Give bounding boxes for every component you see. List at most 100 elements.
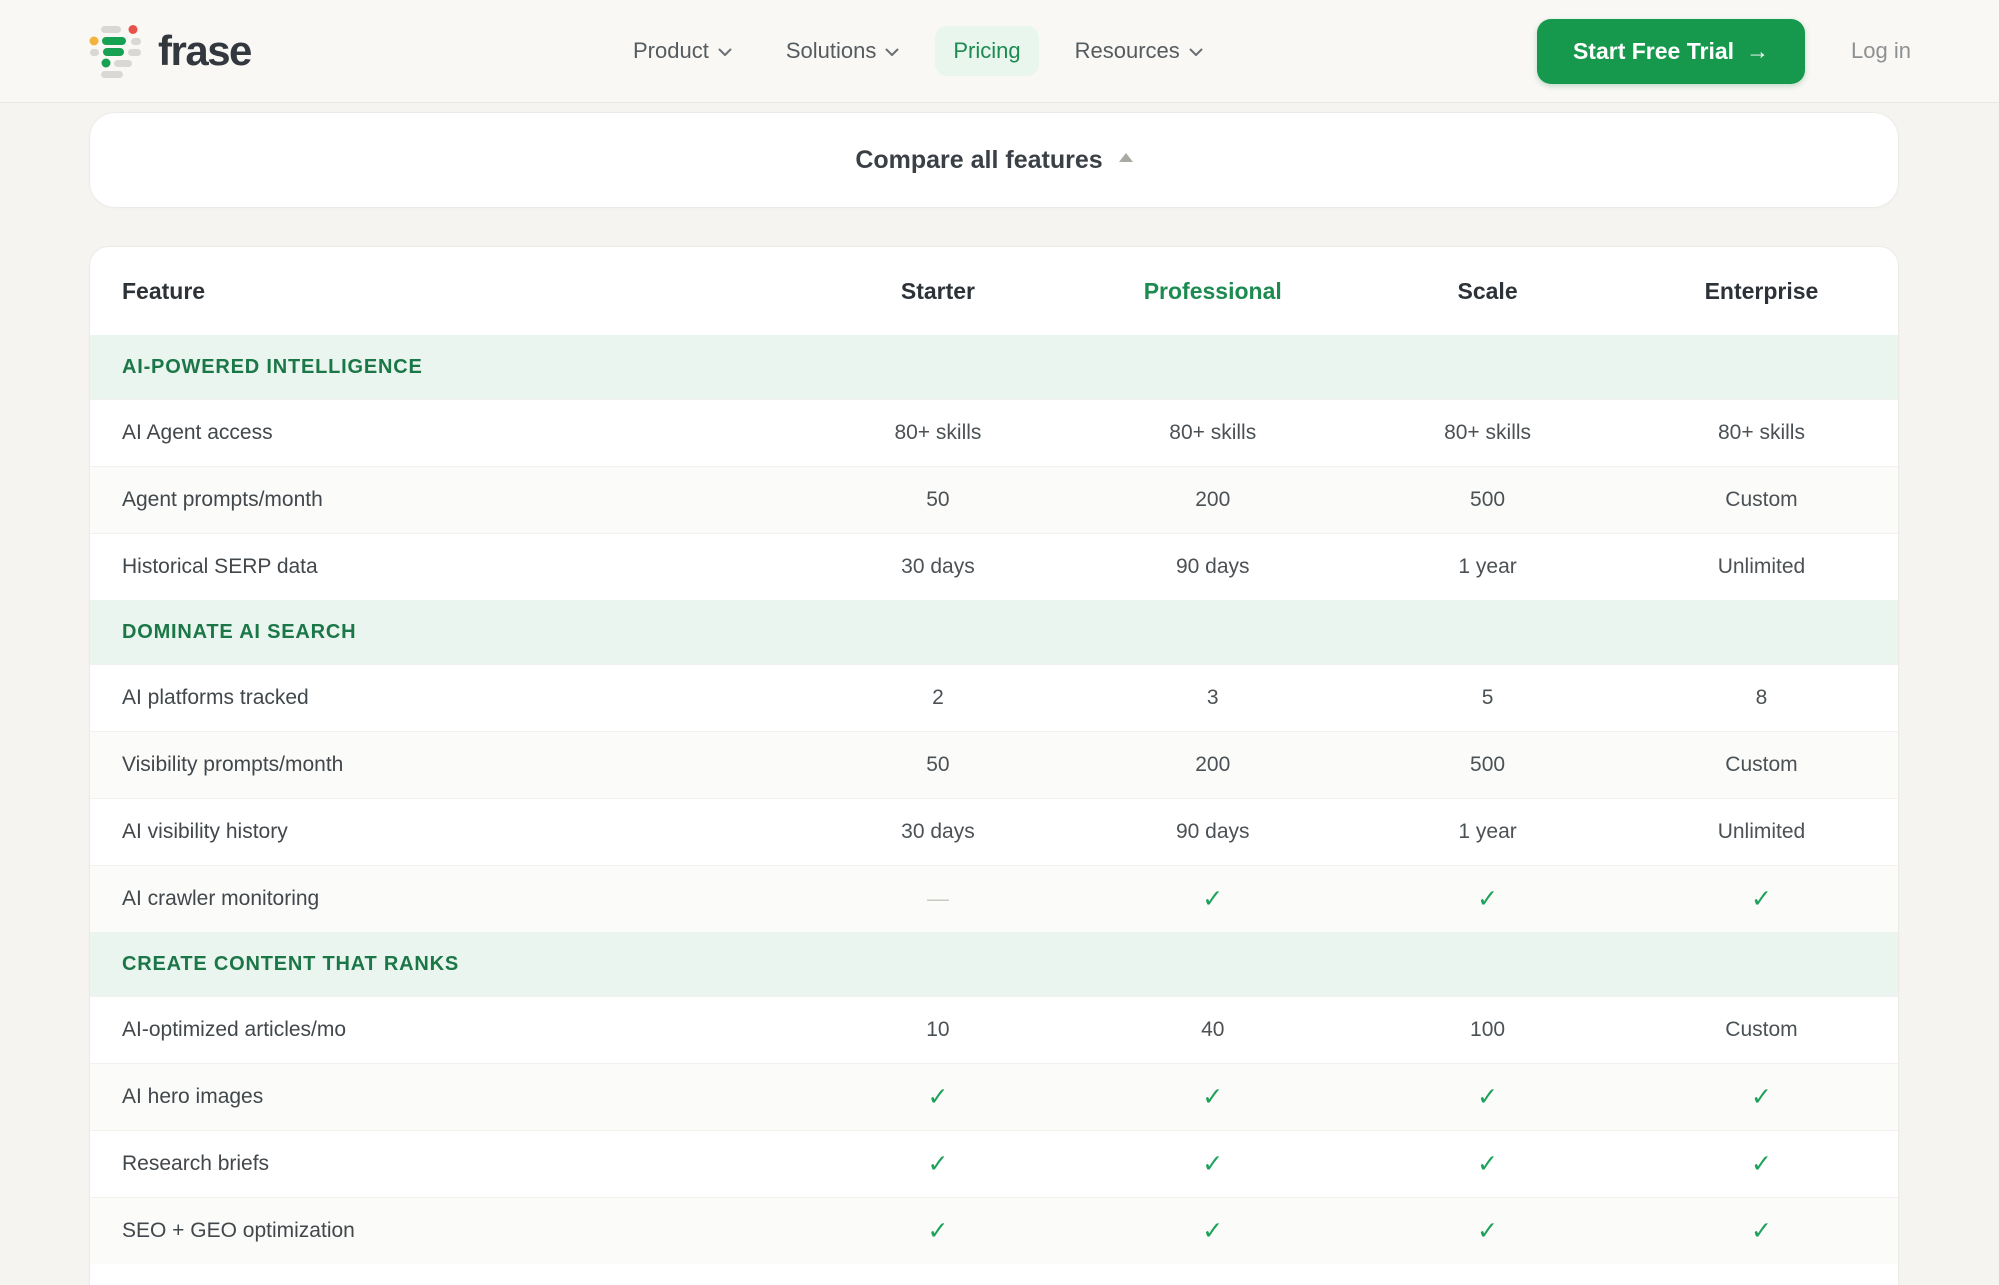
logo-text: frase bbox=[158, 27, 252, 74]
plan-value: 10 bbox=[926, 1018, 950, 1041]
check-icon: ✓ bbox=[1477, 1150, 1499, 1178]
plan-value: 2 bbox=[932, 686, 944, 709]
feature-label: SEO + GEO optimization bbox=[122, 1219, 355, 1242]
check-icon: ✓ bbox=[927, 1083, 949, 1111]
dash-icon: — bbox=[926, 886, 949, 911]
feature-label: Visibility prompts/month bbox=[122, 753, 344, 776]
check-icon: ✓ bbox=[1202, 1217, 1224, 1245]
check-icon: ✓ bbox=[1477, 1083, 1499, 1111]
feature-label: Research briefs bbox=[122, 1152, 270, 1175]
start-free-trial-button[interactable]: Start Free Trial → bbox=[1536, 18, 1806, 84]
plan-value: Custom bbox=[1725, 753, 1798, 776]
plan-value: 90 days bbox=[1175, 820, 1250, 843]
plan-value: 5 bbox=[1481, 686, 1494, 709]
table-row: AI-optimized articles/mo 10 40 100 Custom bbox=[90, 996, 1898, 1063]
column-header-enterprise: Enterprise bbox=[1704, 277, 1819, 304]
check-icon: ✓ bbox=[1202, 1150, 1224, 1178]
feature-label: AI Agent access bbox=[122, 421, 273, 444]
section-header: DOMINATE AI SEARCH bbox=[90, 600, 1898, 664]
check-icon: ✓ bbox=[1750, 885, 1772, 913]
triangle-up-icon bbox=[1118, 152, 1133, 162]
check-icon: ✓ bbox=[1625, 1216, 1898, 1246]
check-icon: ✓ bbox=[1625, 1149, 1898, 1179]
check-icon: ✓ bbox=[1477, 885, 1499, 913]
chevron-down-icon bbox=[885, 48, 899, 56]
check-icon: ✓ bbox=[1350, 1216, 1625, 1246]
plan-value: Unlimited bbox=[1717, 555, 1806, 578]
plan-value: 8 bbox=[1755, 686, 1768, 709]
plan-value: 40 bbox=[1201, 1018, 1225, 1041]
plan-value: 1 year bbox=[1458, 820, 1517, 843]
table-row: Research briefs ✓ ✓ ✓ ✓ bbox=[90, 1130, 1898, 1197]
plan-value: 50 bbox=[926, 488, 950, 511]
plan-value: 90 days bbox=[1175, 555, 1250, 578]
check-icon: ✓ bbox=[1075, 884, 1350, 914]
plan-value: 200 bbox=[1195, 488, 1231, 511]
check-icon: ✓ bbox=[1350, 1149, 1625, 1179]
nav-item-product[interactable]: Product bbox=[615, 26, 750, 76]
column-header-feature: Feature bbox=[122, 277, 206, 304]
check-icon: ✓ bbox=[801, 1082, 1076, 1112]
table-row: AI visibility history 30 days 90 days 1 yea… bbox=[90, 798, 1898, 865]
plan-value: 50 bbox=[926, 753, 950, 776]
plan-value: 500 bbox=[1470, 753, 1506, 776]
logo[interactable]: frase bbox=[88, 23, 252, 79]
table-row: Historical SERP data 30 days 90 days 1 year… bbox=[90, 533, 1898, 600]
check-icon: ✓ bbox=[1625, 884, 1898, 914]
frase-logo-icon bbox=[89, 25, 141, 78]
plan-value: 80+ skills bbox=[1717, 421, 1805, 444]
section-header: CREATE CONTENT THAT RANKS bbox=[90, 932, 1898, 996]
login-link[interactable]: Log in bbox=[1851, 38, 1911, 64]
nav-item-solutions[interactable]: Solutions bbox=[768, 26, 918, 76]
plan-value: 3 bbox=[1206, 686, 1219, 709]
table-row: SEO + GEO optimization ✓ ✓ ✓ ✓ bbox=[90, 1197, 1898, 1264]
plan-value: 30 days bbox=[901, 555, 975, 578]
column-header-professional: Professional bbox=[1143, 277, 1282, 304]
check-icon: ✓ bbox=[1075, 1082, 1350, 1112]
plan-value: Unlimited bbox=[1717, 820, 1806, 843]
section-title: CREATE CONTENT THAT RANKS bbox=[122, 952, 460, 975]
plan-value: 500 bbox=[1470, 488, 1506, 511]
cta-label: Start Free Trial bbox=[1572, 37, 1735, 64]
dash-icon: — bbox=[801, 886, 1076, 912]
table-row: Visibility prompts/month 50 200 500 Custom bbox=[90, 731, 1898, 798]
plan-value: 100 bbox=[1470, 1018, 1506, 1041]
table-row: Agent prompts/month 50 200 500 Custom bbox=[90, 466, 1898, 533]
compare-all-features-toggle[interactable]: Compare all features bbox=[89, 112, 1899, 208]
feature-label: AI crawler monitoring bbox=[122, 887, 320, 910]
table-row: AI platforms tracked 2 3 5 8 bbox=[90, 664, 1898, 731]
page: frase Product Solutions Pricing Resources S… bbox=[0, 0, 1999, 1285]
feature-label: AI platforms tracked bbox=[122, 686, 309, 709]
feature-label: AI hero images bbox=[122, 1085, 264, 1108]
table-row: AI hero images ✓ ✓ ✓ ✓ bbox=[90, 1063, 1898, 1130]
column-header-scale: Scale bbox=[1457, 277, 1518, 304]
plan-value: 1 year bbox=[1458, 555, 1517, 578]
feature-comparison-table: Feature Starter Professional Scale Enterpris… bbox=[89, 246, 1899, 1285]
check-icon: ✓ bbox=[1202, 885, 1224, 913]
section-header: AI-POWERED INTELLIGENCE bbox=[90, 335, 1898, 399]
nav-item-label: Resources bbox=[1074, 38, 1180, 63]
check-icon: ✓ bbox=[1075, 1149, 1350, 1179]
feature-label: Agent prompts/month bbox=[122, 488, 323, 511]
plan-value: 30 days bbox=[901, 820, 975, 843]
feature-label: AI visibility history bbox=[122, 820, 288, 843]
check-icon: ✓ bbox=[1075, 1216, 1350, 1246]
table-header-row: Feature Starter Professional Scale Enterpris… bbox=[90, 247, 1898, 335]
main-nav: Product Solutions Pricing Resources bbox=[615, 26, 1221, 76]
table-row: AI crawler monitoring — ✓ ✓ ✓ bbox=[90, 865, 1898, 932]
table-row: AI Agent access 80+ skills 80+ skills 80+ s… bbox=[90, 399, 1898, 466]
nav-right: Start Free Trial → Log in bbox=[1536, 18, 1911, 84]
section-title: AI-POWERED INTELLIGENCE bbox=[122, 355, 423, 378]
plan-value: Custom bbox=[1725, 1018, 1798, 1041]
check-icon: ✓ bbox=[1350, 884, 1625, 914]
nav-item-label: Pricing bbox=[953, 38, 1021, 63]
nav-item-resources[interactable]: Resources bbox=[1057, 26, 1221, 76]
column-header-starter: Starter bbox=[900, 277, 976, 304]
nav-item-pricing[interactable]: Pricing bbox=[935, 26, 1039, 76]
compare-label: Compare all features bbox=[855, 145, 1103, 174]
check-icon: ✓ bbox=[1477, 1217, 1499, 1245]
nav-item-label: Product bbox=[633, 38, 709, 63]
check-icon: ✓ bbox=[1750, 1150, 1772, 1178]
plan-value: 200 bbox=[1195, 753, 1231, 776]
check-icon: ✓ bbox=[1750, 1217, 1772, 1245]
